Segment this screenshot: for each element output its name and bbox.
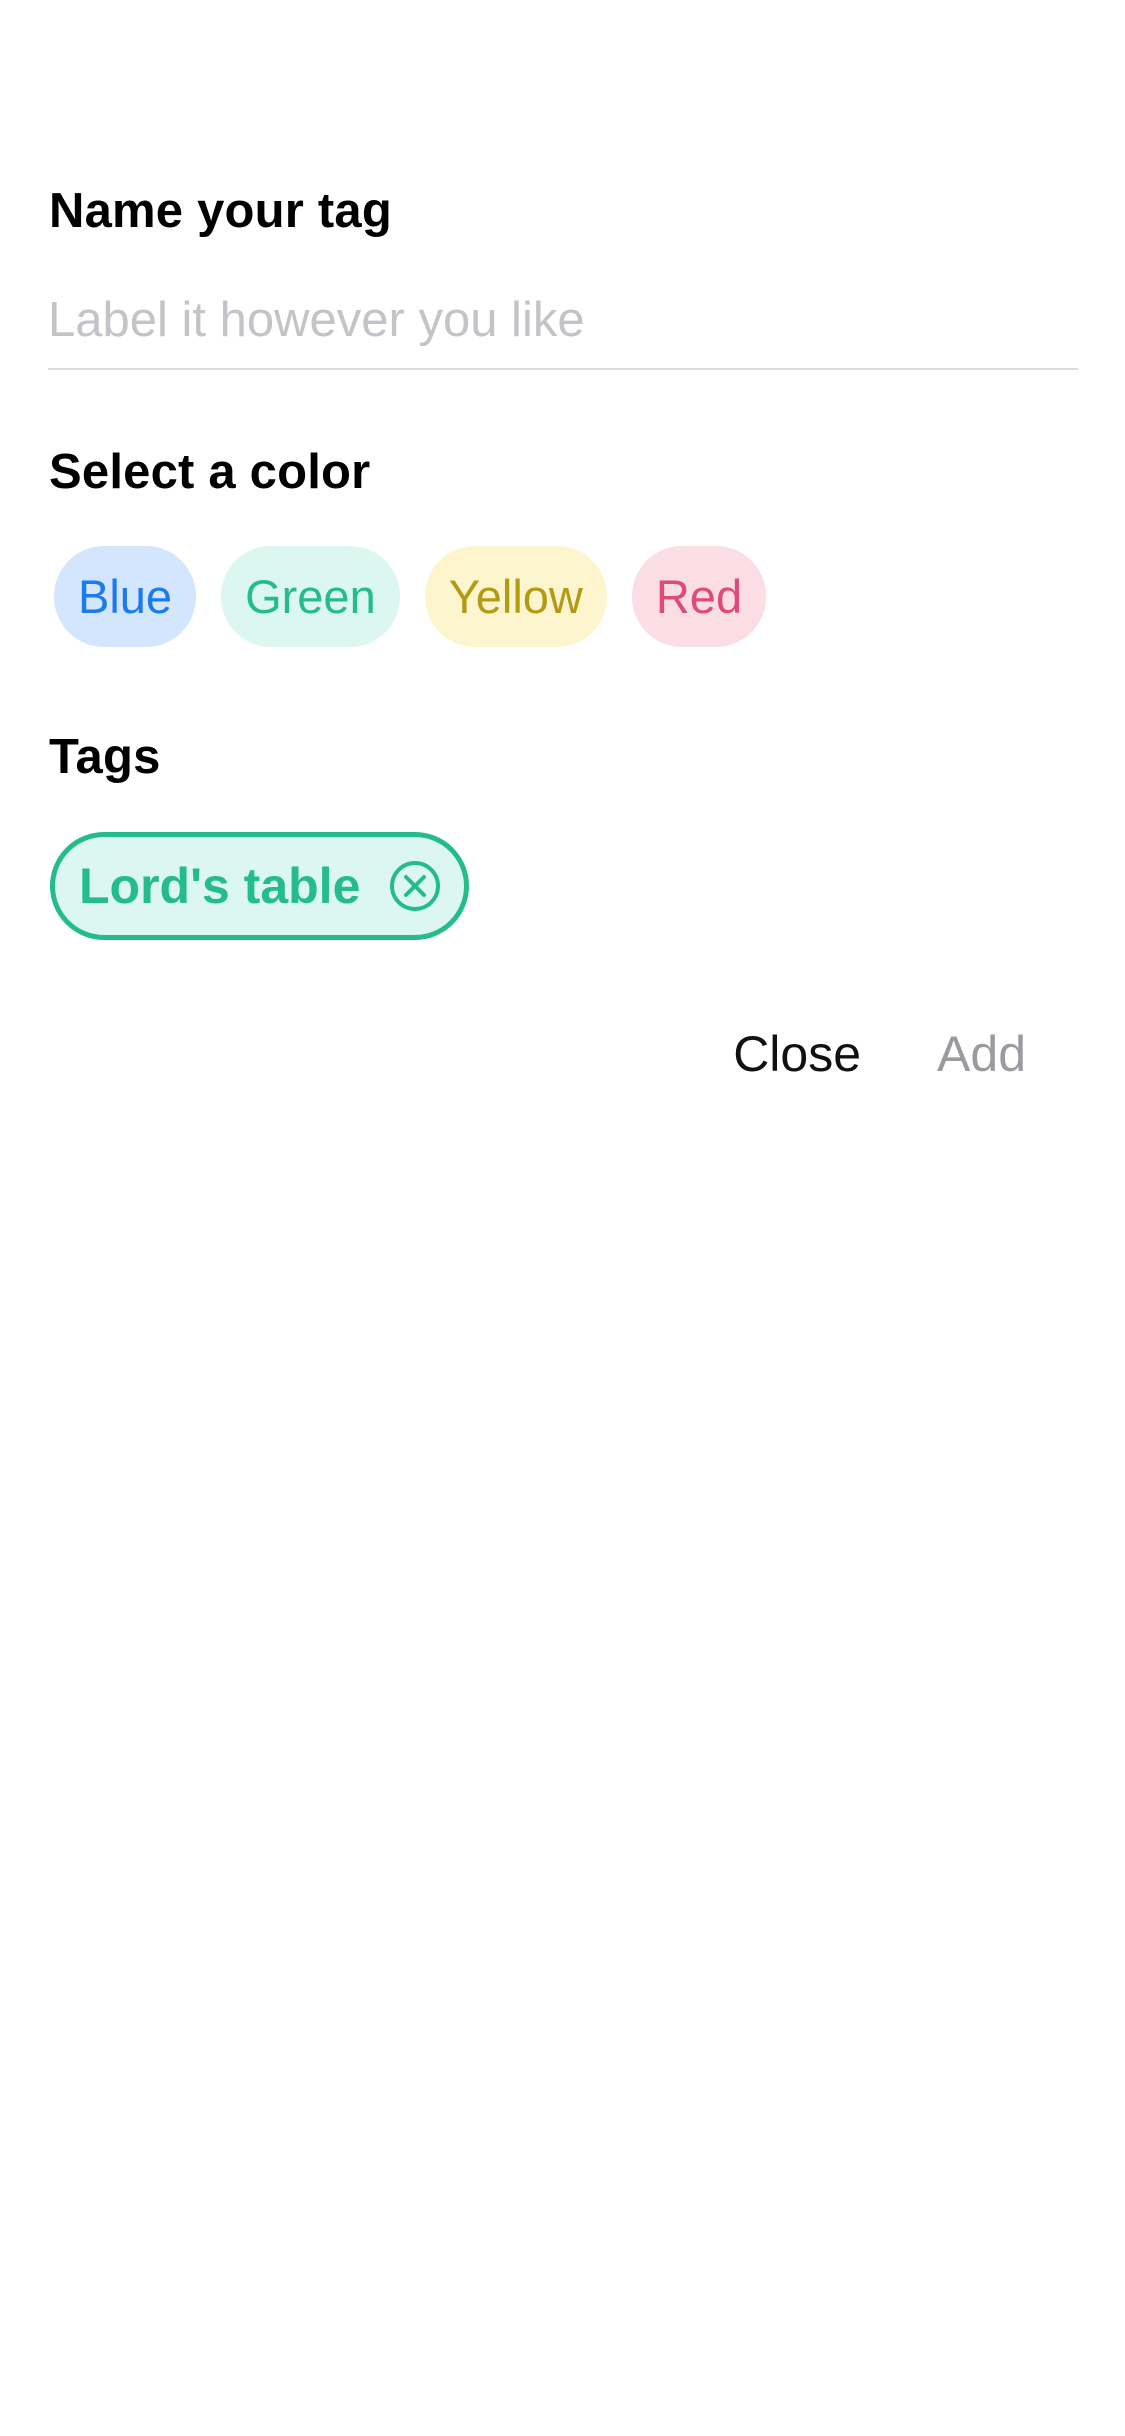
name-your-tag-heading: Name your tag: [49, 184, 392, 238]
close-button[interactable]: Close: [733, 1018, 861, 1090]
action-bar: Close Add: [733, 1018, 1026, 1090]
close-circle-icon[interactable]: [388, 859, 442, 913]
tag-chip[interactable]: Lord's table: [50, 832, 470, 940]
color-options: Blue Green Yellow Red: [54, 546, 767, 647]
tags-list: Lord's table: [50, 832, 470, 940]
tag-name-input[interactable]: [48, 272, 1078, 370]
color-option-green[interactable]: Green: [221, 546, 400, 647]
color-option-red[interactable]: Red: [631, 546, 767, 647]
add-tag-sheet: Name your tag Select a color Blue Green …: [0, 0, 1125, 2436]
tags-heading: Tags: [49, 730, 161, 784]
color-option-blue[interactable]: Blue: [54, 546, 197, 647]
add-button[interactable]: Add: [937, 1018, 1026, 1090]
tag-chip-label: Lord's table: [79, 858, 361, 914]
color-option-yellow[interactable]: Yellow: [424, 546, 607, 647]
select-color-heading: Select a color: [49, 445, 371, 499]
